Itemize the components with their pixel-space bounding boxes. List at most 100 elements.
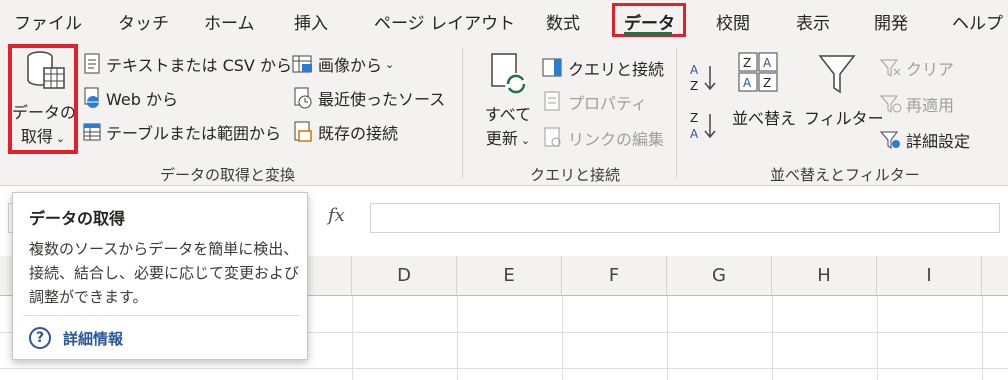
advanced-filter-label: 詳細設定 <box>906 132 971 151</box>
column-header-partial <box>982 256 1008 296</box>
edit-links-icon <box>544 127 561 147</box>
ribbon: データの 取得 ⌄ テキストまたは CSV から Web から テーブルまたは範囲… <box>0 42 1008 186</box>
clear-filter-button[interactable]: クリア <box>880 56 954 80</box>
col-gridline <box>667 296 668 380</box>
tooltip-divider <box>23 315 299 316</box>
text-csv-label: テキストまたは CSV から <box>106 56 292 75</box>
tab-page-layout[interactable]: ページ レイアウト <box>374 9 515 34</box>
chevron-down-icon: ⌄ <box>385 57 395 71</box>
formula-input[interactable] <box>370 203 1000 233</box>
svg-text:Z: Z <box>690 111 698 125</box>
table-icon <box>83 123 101 141</box>
refresh-icon <box>491 53 527 95</box>
sort-button[interactable]: ZA AZ 並べ替え <box>730 50 800 130</box>
reapply-filter-icon <box>880 95 902 113</box>
filter-label: フィルター <box>804 109 884 128</box>
web-button[interactable]: Web から <box>82 86 178 110</box>
tab-review[interactable]: 校閲 <box>716 9 750 34</box>
tab-formulas[interactable]: 数式 <box>546 9 580 34</box>
help-question-icon: ? <box>29 327 51 349</box>
tab-developer[interactable]: 開発 <box>874 9 908 34</box>
column-header-f[interactable]: F <box>562 256 667 296</box>
tooltip-link-label: 詳細情報 <box>63 329 124 348</box>
sort-descending-icon: ZA <box>690 111 716 141</box>
svg-text:A: A <box>743 76 752 90</box>
column-header-i[interactable]: I <box>877 256 982 296</box>
tab-help[interactable]: ヘルプ <box>952 9 1003 34</box>
group-separator <box>462 48 463 178</box>
existing-connections-button[interactable]: 既存の接続 <box>292 120 398 144</box>
column-header-h[interactable]: H <box>772 256 877 296</box>
properties-icon <box>544 91 560 111</box>
refresh-all-label-1: すべて <box>484 105 532 124</box>
get-data-highlight-box <box>8 44 78 154</box>
tab-home[interactable]: ホーム <box>204 9 255 34</box>
row-gridline <box>0 368 1008 369</box>
chevron-down-icon: ⌄ <box>520 134 531 147</box>
col-gridline <box>982 296 983 380</box>
queries-connections-label: クエリと接続 <box>568 60 665 79</box>
column-header-d[interactable]: D <box>352 256 457 296</box>
col-gridline <box>457 296 458 380</box>
existing-connections-label: 既存の接続 <box>318 124 399 143</box>
svg-text:A: A <box>690 63 699 77</box>
edit-links-label: リンクの編集 <box>568 130 665 149</box>
from-image-button[interactable]: 画像から ⌄ <box>292 52 394 76</box>
image-table-icon <box>292 55 312 73</box>
text-file-icon <box>84 53 100 74</box>
clear-filter-label: クリア <box>906 60 955 79</box>
col-gridline <box>352 296 353 380</box>
col-gridline <box>772 296 773 380</box>
tooltip-title: データの取得 <box>29 209 126 228</box>
column-header-g[interactable]: G <box>667 256 772 296</box>
group-separator <box>676 48 677 178</box>
text-csv-button[interactable]: テキストまたは CSV から <box>82 52 292 76</box>
recent-sources-icon <box>294 87 312 109</box>
insert-function-button[interactable]: fx <box>328 205 345 226</box>
refresh-all-label-2: 更新 <box>485 129 518 148</box>
from-image-label: 画像から <box>318 56 383 75</box>
svg-text:Z: Z <box>743 56 751 70</box>
edit-links-button[interactable]: リンクの編集 <box>542 126 664 150</box>
sort-dialog-icon: ZA AZ <box>738 52 778 92</box>
filter-button[interactable]: フィルター <box>804 50 884 130</box>
sort-label: 並べ替え <box>731 109 796 128</box>
table-range-label: テーブルまたは範囲から <box>106 124 282 143</box>
refresh-all-button[interactable]: すべて 更新 ⌄ <box>476 46 540 156</box>
advanced-filter-button[interactable]: 詳細設定 <box>880 128 970 152</box>
web-globe-icon <box>84 87 99 108</box>
svg-text:Z: Z <box>763 76 771 90</box>
sort-az-button[interactable]: AZ <box>688 60 722 98</box>
svg-text:Z: Z <box>690 79 698 93</box>
svg-text:A: A <box>763 56 772 70</box>
properties-button[interactable]: プロパティ <box>542 90 647 114</box>
tab-active-underline <box>624 32 672 36</box>
tab-view[interactable]: 表示 <box>796 9 830 34</box>
col-gridline <box>877 296 878 380</box>
tooltip-more-info-link[interactable]: ? 詳細情報 <box>29 327 123 349</box>
advanced-filter-icon <box>880 131 900 149</box>
group-label-get-transform: データの取得と変換 <box>160 166 296 184</box>
sort-za-button[interactable]: ZA <box>688 108 722 146</box>
tab-touch[interactable]: タッチ <box>118 9 169 34</box>
clear-filter-icon <box>880 59 901 77</box>
table-range-button[interactable]: テーブルまたは範囲から <box>82 120 281 144</box>
reapply-button[interactable]: 再適用 <box>880 92 954 116</box>
col-gridline <box>562 296 563 380</box>
group-label-queries: クエリと接続 <box>530 166 621 184</box>
ribbon-tab-bar: ファイル タッチ ホーム 挿入 ページ レイアウト 数式 データ 校閲 表示 開… <box>0 0 1008 42</box>
group-label-sort-filter: 並べ替えとフィルター <box>770 166 920 184</box>
tab-file[interactable]: ファイル <box>14 9 82 34</box>
web-label: Web から <box>106 90 178 109</box>
queries-connections-button[interactable]: クエリと接続 <box>542 56 664 80</box>
reapply-label: 再適用 <box>906 96 955 115</box>
tab-insert[interactable]: 挿入 <box>294 9 328 34</box>
recent-sources-button[interactable]: 最近使ったソース <box>292 86 445 110</box>
existing-connections-icon <box>294 121 312 142</box>
column-header-e[interactable]: E <box>457 256 562 296</box>
filter-funnel-icon <box>818 55 856 94</box>
tooltip-description: 複数のソースからデータを簡単に検出、接続、結合し、必要に応じて変更および調整がで… <box>29 240 300 306</box>
svg-text:A: A <box>690 127 699 141</box>
sort-ascending-icon: AZ <box>690 63 716 93</box>
queries-pane-icon <box>542 58 562 77</box>
